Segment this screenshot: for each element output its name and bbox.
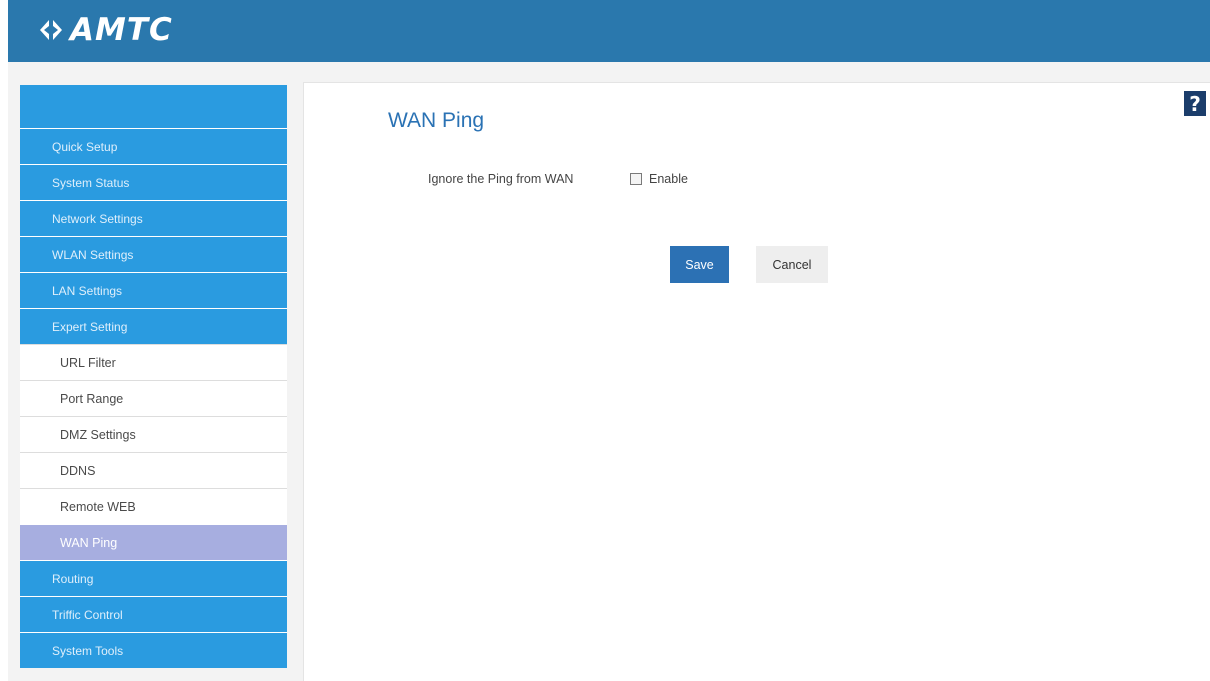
- sidebar-subitem-dmz-settings[interactable]: DMZ Settings: [20, 416, 287, 452]
- sidebar-subitem-wan-ping[interactable]: WAN Ping: [20, 524, 287, 560]
- enable-checkbox[interactable]: [630, 173, 642, 185]
- sidebar-item-system-tools[interactable]: System Tools: [20, 632, 287, 668]
- sidebar-item-wlan-settings[interactable]: WLAN Settings: [20, 236, 287, 272]
- sidebar-subitem-url-filter[interactable]: URL Filter: [20, 344, 287, 380]
- page-title: WAN Ping: [388, 109, 485, 132]
- brand-logo: AMTC: [36, 12, 173, 48]
- sidebar-header: [20, 85, 287, 128]
- sidebar-nav: Quick Setup System Status Network Settin…: [20, 85, 287, 681]
- sidebar-subitem-remote-web[interactable]: Remote WEB: [20, 488, 287, 524]
- sidebar-subitem-ddns[interactable]: DDNS: [20, 452, 287, 488]
- ignore-ping-label: Ignore the Ping from WAN: [428, 172, 574, 186]
- sidebar-item-lan-settings[interactable]: LAN Settings: [20, 272, 287, 308]
- sidebar-item-network-settings[interactable]: Network Settings: [20, 200, 287, 236]
- sidebar-subitem-port-range[interactable]: Port Range: [20, 380, 287, 416]
- help-icon[interactable]: ?: [1184, 91, 1206, 116]
- logo-mark-icon: [40, 20, 62, 40]
- router-admin-page: AMTC Quick Setup System Status Network S…: [0, 0, 1210, 681]
- sidebar-item-traffic-control[interactable]: Triffic Control: [20, 596, 287, 632]
- enable-checkbox-label[interactable]: Enable: [649, 172, 688, 186]
- sidebar-item-routing[interactable]: Routing: [20, 560, 287, 596]
- cancel-button[interactable]: Cancel: [756, 246, 828, 283]
- sidebar-item-expert-setting[interactable]: Expert Setting: [20, 308, 287, 344]
- sidebar-item-system-status[interactable]: System Status: [20, 164, 287, 200]
- enable-checkbox-group[interactable]: Enable: [630, 172, 688, 186]
- save-button[interactable]: Save: [670, 246, 729, 283]
- sidebar-item-quick-setup[interactable]: Quick Setup: [20, 128, 287, 164]
- header-bar: AMTC: [8, 0, 1210, 62]
- logo-text: AMTC: [70, 12, 173, 48]
